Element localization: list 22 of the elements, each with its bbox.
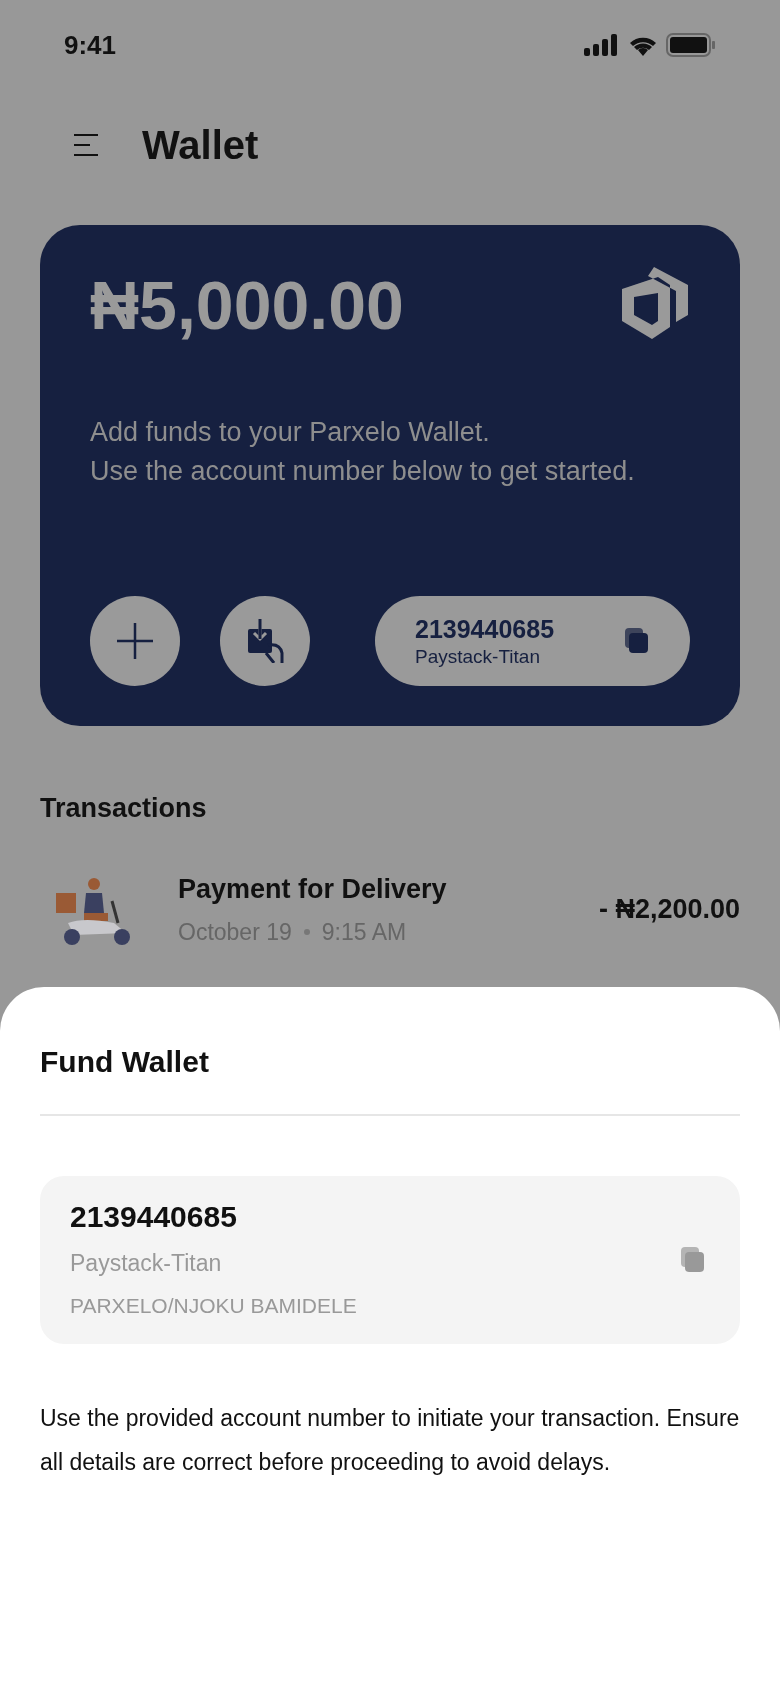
account-name: PARXELO/NJOKU BAMIDELE (70, 1293, 357, 1320)
account-pill[interactable]: 2139440685 Paystack-Titan (375, 596, 690, 686)
copy-icon[interactable] (624, 627, 650, 655)
plus-icon (117, 623, 153, 659)
transaction-amount: - ₦2,200.00 (598, 892, 740, 926)
account-number: 2139440685 (70, 1199, 238, 1236)
menu-icon[interactable] (72, 133, 100, 157)
bank-name: Paystack-Titan (415, 644, 541, 669)
bank-name: Paystack-Titan (70, 1248, 223, 1278)
section-title: Transactions (40, 793, 207, 823)
status-time: 9:41 (64, 28, 117, 62)
page-title: Wallet (142, 122, 259, 169)
battery-icon (666, 33, 716, 57)
sheet-title: Fund Wallet (40, 1044, 210, 1080)
signal-icon (584, 34, 620, 56)
instruction-text: Use the provided account number to initiate your transaction. Ensure all details are correct before proceeding to avoid delays. (40, 1404, 740, 1477)
download-hand-icon (246, 619, 284, 663)
transaction-title: Payment for Delivery (178, 872, 447, 906)
copy-icon[interactable] (680, 1246, 706, 1274)
balance-amount: ₦5,000.00 (90, 271, 404, 339)
account-number: 2139440685 (415, 613, 555, 645)
card-message: Add funds to your Parxelo Wallet. Use the account number below to get started. (90, 416, 636, 488)
